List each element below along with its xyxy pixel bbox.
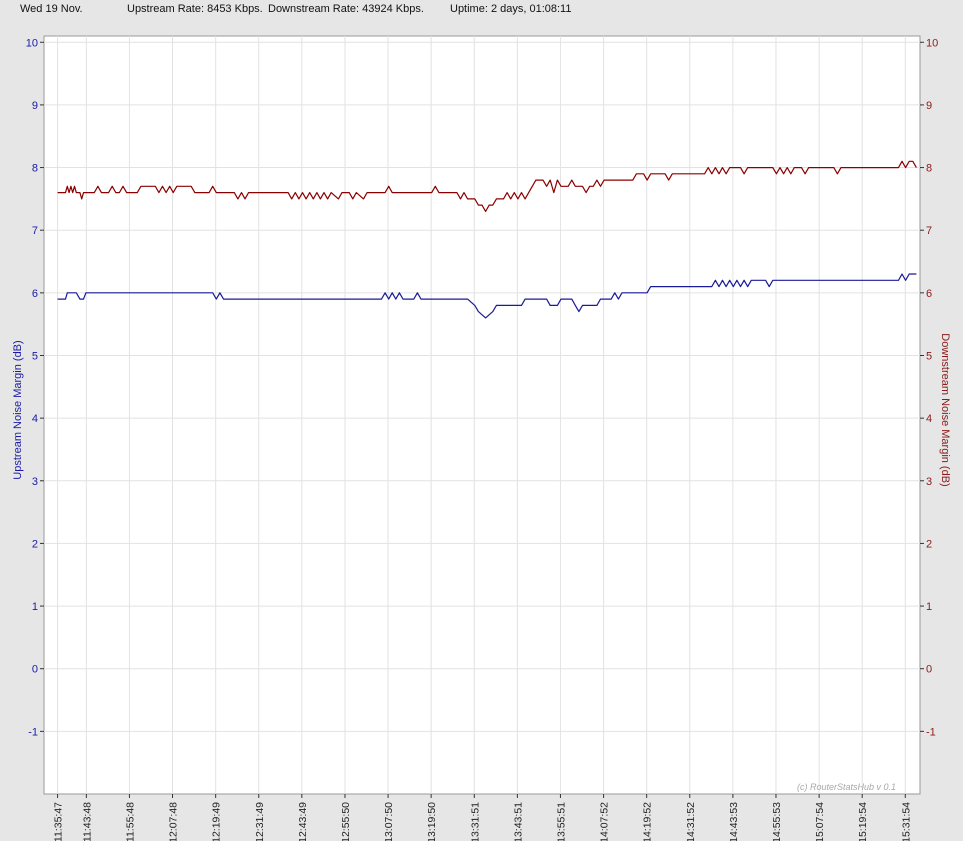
x-tick-label: 14:43:53	[728, 802, 740, 841]
y-right-tick-label: 4	[926, 413, 932, 425]
x-tick-label: 12:31:49	[254, 802, 266, 841]
x-tick-label: 14:07:52	[599, 802, 611, 841]
y-axis-left-label: Upstream Noise Margin (dB)	[12, 340, 24, 479]
noise-margin-chart: 109876543210-1109876543210-111:35:47 11:4…	[12, 35, 951, 841]
y-left-tick-label: 9	[32, 100, 38, 112]
x-tick-label: 13:31:51	[469, 802, 481, 841]
plot-area	[43, 35, 921, 795]
x-tick-label: 13:43:51	[512, 802, 524, 841]
x-tick-label: 11:35:47	[53, 802, 65, 841]
y-left-tick-label: 2	[32, 538, 38, 550]
y-right-tick-label: 0	[926, 664, 932, 676]
y-left-tick-label: 5	[32, 350, 38, 362]
y-right-tick-label: 6	[926, 288, 932, 300]
y-right-tick-label: 7	[926, 225, 932, 237]
x-tick-label: 13:55:51	[555, 802, 567, 841]
x-tick-label: 14:55:53	[771, 802, 783, 841]
y-left-tick-label: 4	[32, 413, 38, 425]
y-left-tick-label: 10	[26, 37, 38, 49]
x-tick-label: 14:19:52	[642, 802, 654, 841]
x-tick-label: 14:31:52	[685, 802, 697, 841]
x-tick-label: 12:55:50	[340, 802, 352, 841]
x-tick-label: 12:43:49	[297, 802, 309, 841]
y-right-tick-label: -1	[926, 726, 936, 738]
y-right-tick-label: 5	[926, 350, 932, 362]
y-right-tick-label: 8	[926, 163, 932, 175]
y-left-tick-label: -1	[28, 726, 38, 738]
x-tick-label: 13:19:50	[426, 802, 438, 841]
x-tick-label: 15:31:54	[900, 802, 912, 841]
y-right-tick-label: 3	[926, 476, 932, 488]
y-right-tick-label: 10	[926, 37, 938, 49]
watermark: (c) RouterStatsHub v 0.1	[797, 782, 896, 792]
x-tick-label: 11:43:48	[81, 802, 93, 841]
y-left-tick-label: 3	[32, 476, 38, 488]
y-right-tick-label: 1	[926, 601, 932, 613]
x-tick-label: 13:07:50	[383, 802, 395, 841]
x-tick-label: 12:07:48	[168, 802, 180, 841]
x-tick-label: 15:19:54	[857, 802, 869, 841]
x-tick-label: 12:19:49	[211, 802, 223, 841]
y-left-tick-label: 8	[32, 163, 38, 175]
y-left-tick-label: 1	[32, 601, 38, 613]
y-axis-right-label: Downstream Noise Margin (dB)	[939, 333, 951, 486]
y-right-tick-label: 2	[926, 538, 932, 550]
y-left-tick-label: 6	[32, 288, 38, 300]
x-tick-label: 11:55:48	[124, 802, 136, 841]
y-left-tick-label: 0	[32, 664, 38, 676]
y-left-tick-label: 7	[32, 225, 38, 237]
x-tick-label: 15:07:54	[814, 802, 826, 841]
y-right-tick-label: 9	[926, 100, 932, 112]
